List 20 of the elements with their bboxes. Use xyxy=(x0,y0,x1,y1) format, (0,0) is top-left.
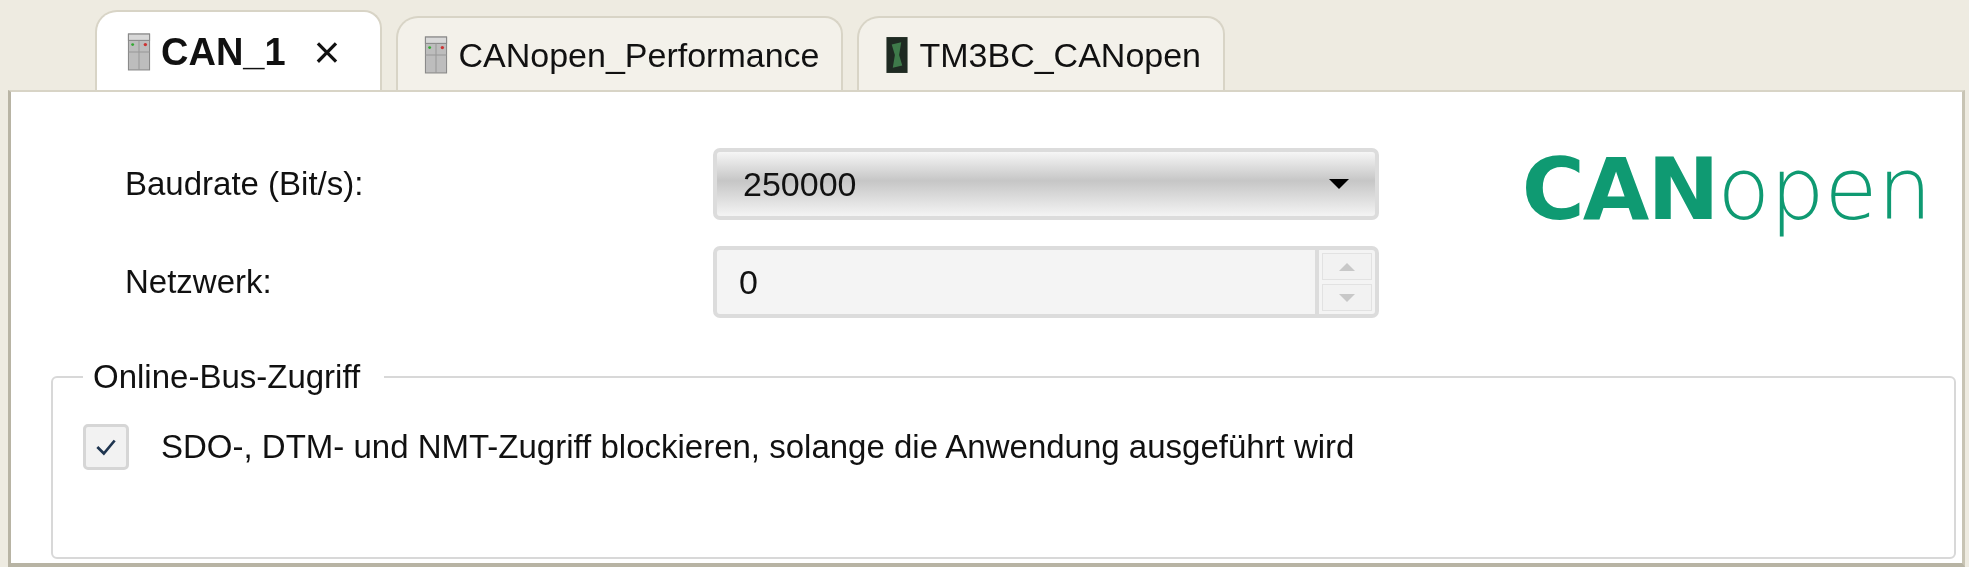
checkbox-label: SDO-, DTM- und NMT-Zugriff blockieren, solange die Anwendung ausgeführt wird xyxy=(161,428,1355,466)
down-arrow-icon xyxy=(1339,293,1355,302)
up-arrow-icon xyxy=(1339,262,1355,271)
close-button[interactable]: × xyxy=(313,29,341,75)
spin-up-button[interactable] xyxy=(1322,253,1372,280)
field-label: Baudrate (Bit/s): xyxy=(124,165,365,203)
controller-icon xyxy=(127,33,151,71)
module-icon xyxy=(885,36,910,74)
caret-icon xyxy=(1329,179,1349,189)
field-label: Netzwerk: xyxy=(124,263,273,301)
spin-down-button[interactable] xyxy=(1322,284,1372,311)
canopen-logo: CANopen xyxy=(1521,142,1932,241)
group-title: Online-Bus-Zugriff xyxy=(92,358,362,396)
network-spin-field[interactable]: 0 xyxy=(713,246,1379,318)
tab[interactable]: TM3BC_CANopen xyxy=(857,16,1225,92)
checkbox[interactable] xyxy=(83,424,129,470)
controller-icon xyxy=(424,36,449,74)
tab[interactable]: CAN_1 × xyxy=(95,10,383,92)
baudrate-dropdown[interactable]: 250000 xyxy=(713,148,1379,220)
tab[interactable]: CANopen_Performance xyxy=(396,16,844,92)
